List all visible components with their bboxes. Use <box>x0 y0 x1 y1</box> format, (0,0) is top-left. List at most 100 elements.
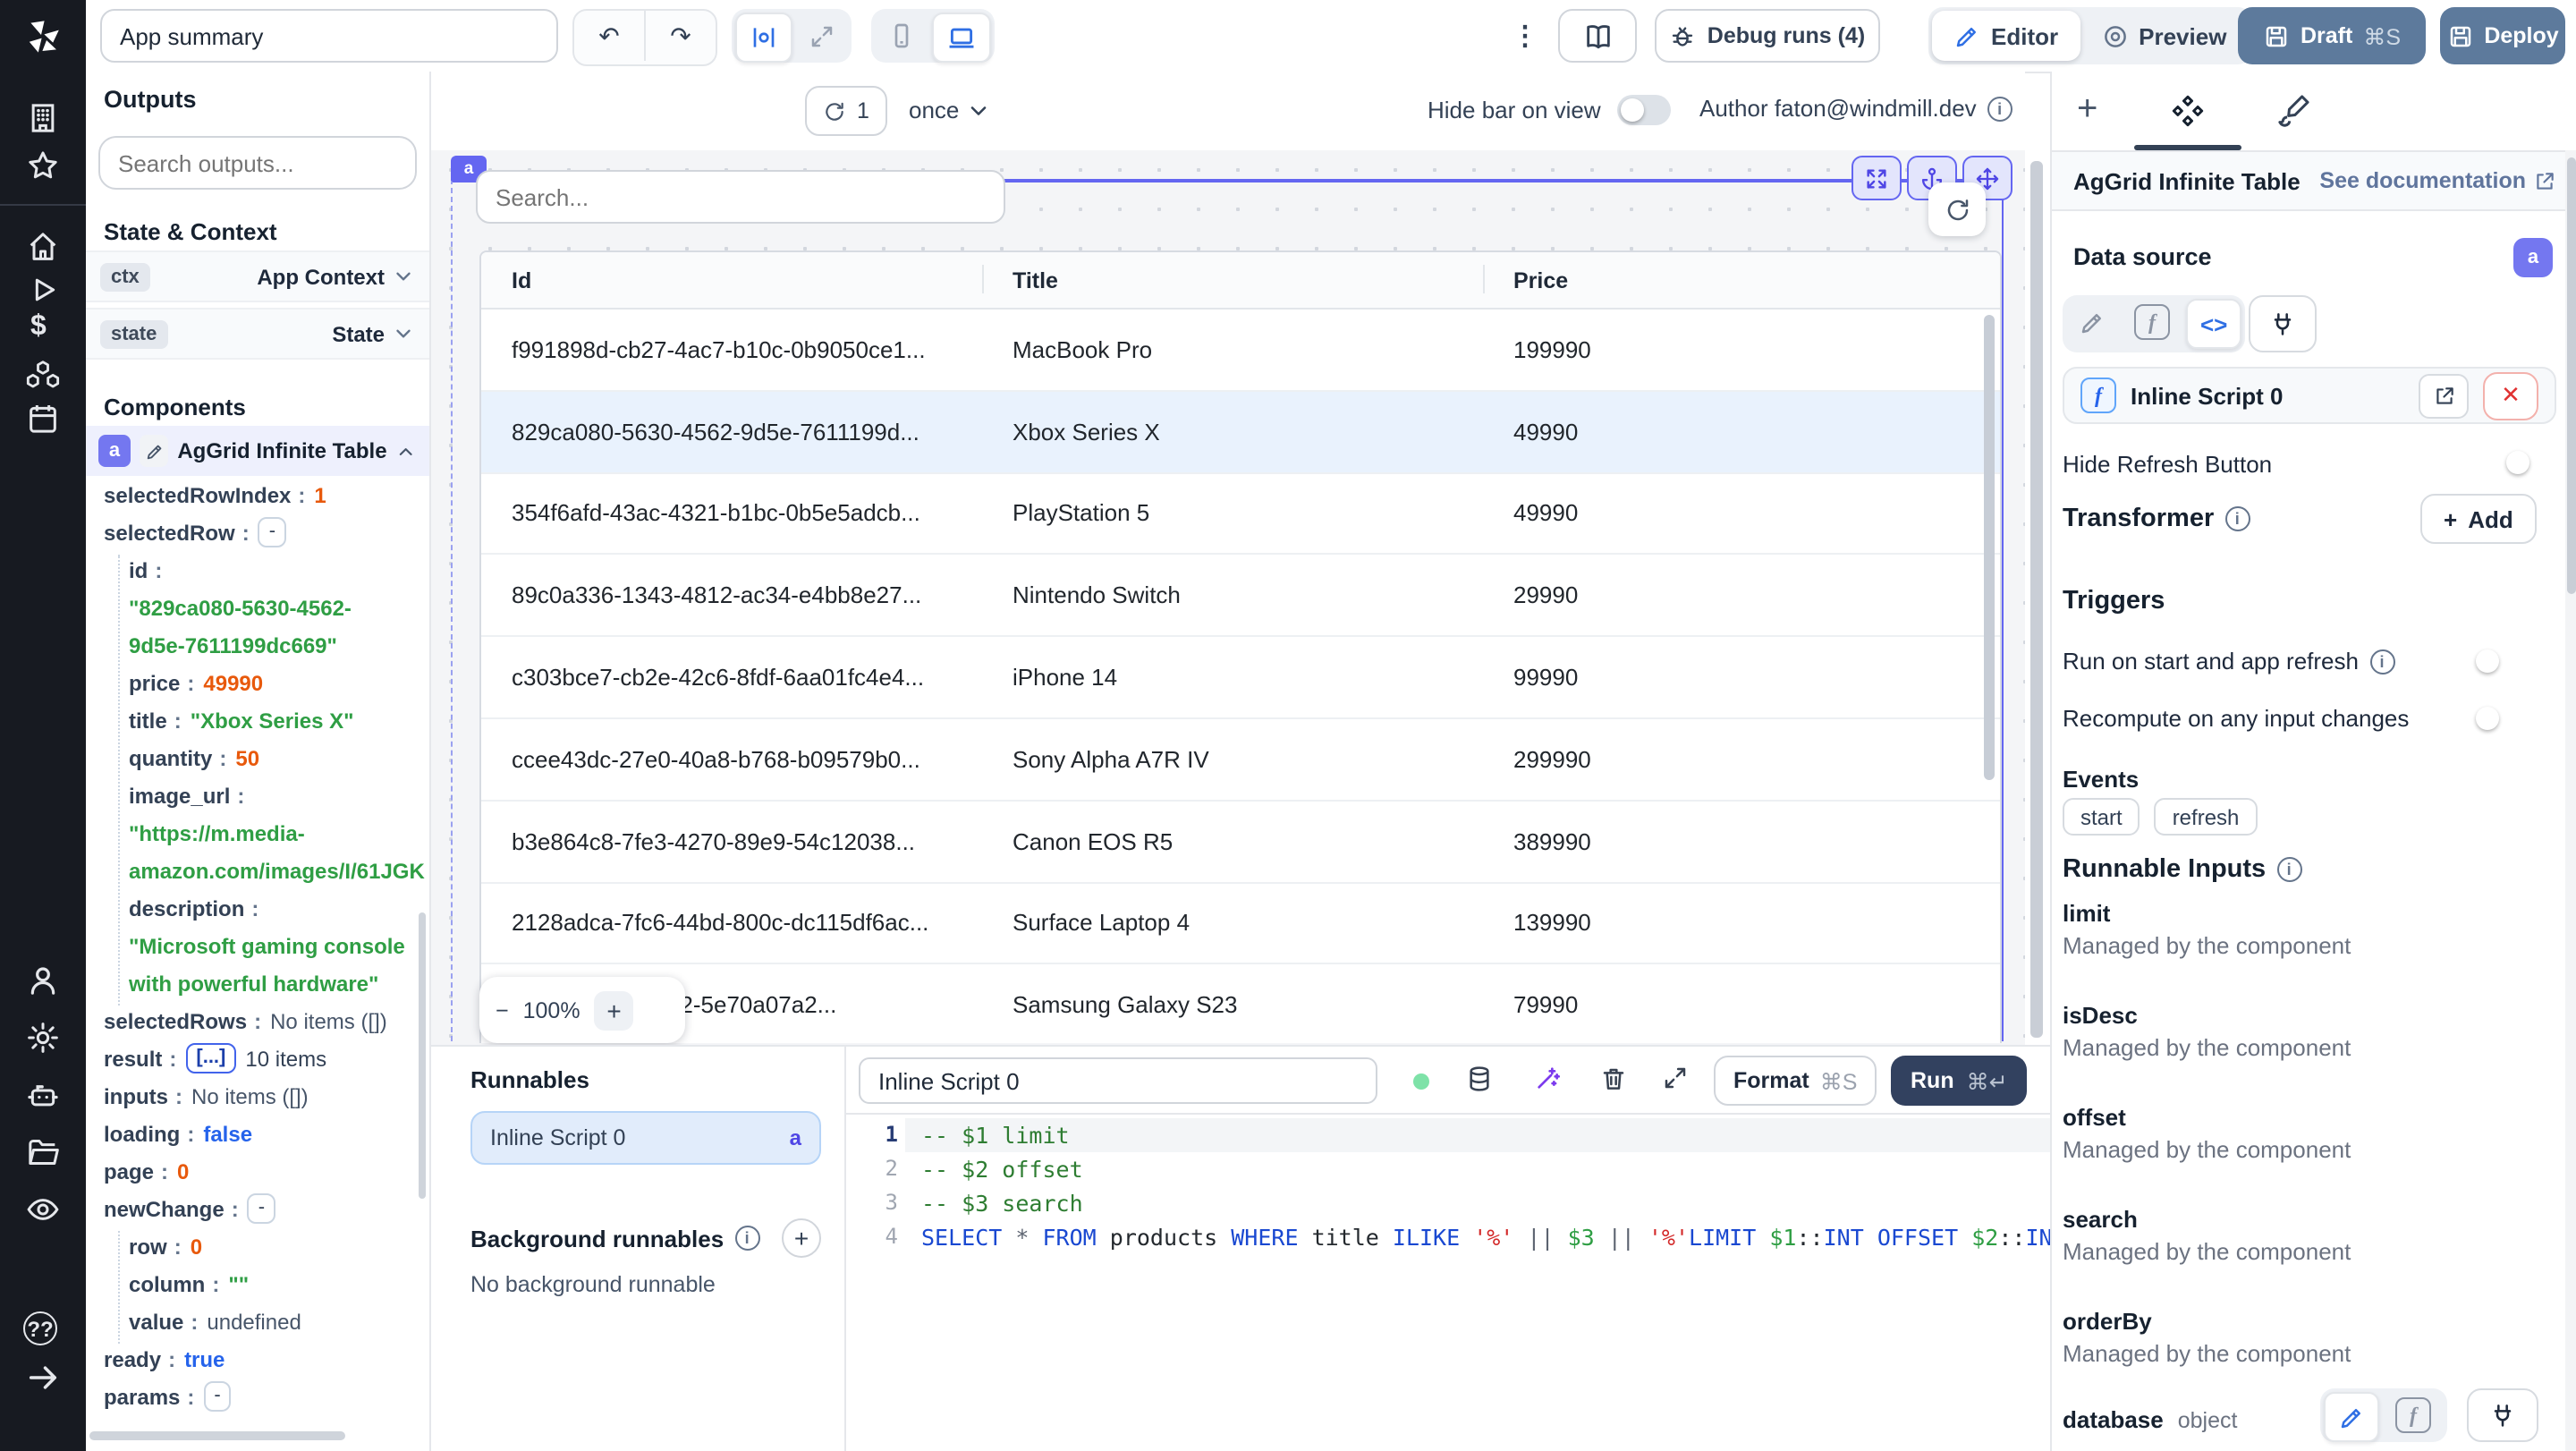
settings-icon[interactable] <box>25 1020 61 1056</box>
workers-icon[interactable] <box>25 1077 61 1113</box>
static-mode-button[interactable] <box>2066 299 2118 345</box>
expand-chip[interactable]: - <box>247 1193 276 1224</box>
detach-script-button[interactable]: ✕ <box>2483 371 2538 420</box>
more-menu-button[interactable]: ⋮ <box>1512 20 1540 52</box>
frequency-dropdown[interactable]: once <box>909 97 991 123</box>
expand-array-chip[interactable]: [...] <box>185 1043 237 1073</box>
expand-chip[interactable]: - <box>258 517 287 547</box>
favorites-icon[interactable] <box>25 148 61 184</box>
runnable-item-inline-script-0[interactable]: Inline Script 0 a <box>470 1111 821 1165</box>
rename-component-button[interactable] <box>139 435 169 467</box>
output-row[interactable]: result: [...] 10 items <box>93 1039 426 1077</box>
docs-button[interactable] <box>1558 9 1637 63</box>
template-mode-button[interactable]: f <box>2122 299 2182 345</box>
code-line-2[interactable]: -- $2 offset <box>921 1156 1083 1183</box>
state-row[interactable]: state State <box>86 308 429 360</box>
zoom-in-button[interactable]: + <box>594 990 634 1030</box>
help-icon[interactable]: ?? <box>23 1311 57 1345</box>
template-mode-button[interactable]: f <box>2383 1392 2444 1438</box>
table-row-selected[interactable]: 829ca080-5630-4562-9d5e-7611199d... Xbox … <box>481 391 2000 474</box>
script-name-input[interactable] <box>859 1057 1377 1104</box>
desktop-view-button[interactable] <box>932 13 991 63</box>
collapse-rail-icon[interactable] <box>25 1360 61 1396</box>
output-row[interactable]: inputs: No items ([]) <box>93 1077 426 1115</box>
output-row[interactable]: page:0 <box>93 1152 426 1190</box>
output-row[interactable]: price:49990 <box>93 664 426 701</box>
column-header-price[interactable]: Price <box>1483 267 1984 293</box>
database-connect-button[interactable] <box>2467 1388 2538 1442</box>
output-row[interactable]: quantity:50 <box>93 739 426 776</box>
static-mode-button[interactable] <box>2324 1392 2379 1442</box>
output-row[interactable]: selectedRows: No items ([]) <box>93 1002 426 1039</box>
collapse-component-button[interactable] <box>396 439 417 462</box>
output-row[interactable]: column: "" <box>93 1265 426 1303</box>
output-row[interactable]: value: undefined <box>93 1303 426 1340</box>
component-header-row[interactable]: a AgGrid Infinite Table <box>86 426 429 476</box>
output-row[interactable]: description: <box>93 889 426 927</box>
component-settings-tab[interactable] <box>2170 93 2206 129</box>
column-header-id[interactable]: Id <box>481 267 982 293</box>
tab-preview[interactable]: Preview <box>2080 11 2248 61</box>
expand-component-button[interactable] <box>1852 156 1902 200</box>
undo-button[interactable]: ↶ <box>574 11 644 61</box>
table-row[interactable]: 2128adca-7fc6-44bd-800c-dc115df6ac... Sur… <box>481 883 2000 965</box>
code-line-1[interactable]: -- $1 limit <box>921 1122 1070 1149</box>
output-row[interactable]: id: <box>93 551 426 589</box>
schedules-icon[interactable] <box>25 401 61 437</box>
output-row[interactable]: params: - <box>93 1378 426 1415</box>
fullwidth-button[interactable] <box>796 13 848 59</box>
hide-bar-toggle[interactable] <box>1616 95 1671 125</box>
resources-icon[interactable] <box>25 358 61 394</box>
table-row[interactable]: 89c0a336-1343-4812-ac34-e4bb8e27... Ninte… <box>481 556 2000 638</box>
variables-icon[interactable]: $ <box>30 311 47 344</box>
output-row[interactable]: ready: true <box>93 1340 426 1378</box>
ai-assist-button[interactable] <box>1533 1065 1562 1093</box>
info-icon[interactable]: i <box>2276 857 2302 882</box>
tab-editor[interactable]: Editor <box>1932 11 2080 61</box>
redo-button[interactable]: ↷ <box>644 11 716 61</box>
info-icon[interactable]: i <box>734 1226 760 1251</box>
output-row[interactable]: row:0 <box>93 1227 426 1265</box>
table-row[interactable]: ccee43dc-27e0-40a8-b768-b09579b0... Sony … <box>481 719 2000 802</box>
column-separator[interactable] <box>1483 265 1485 293</box>
home-icon[interactable] <box>25 229 61 265</box>
app-name-input[interactable] <box>100 9 558 63</box>
info-icon[interactable]: i <box>2224 506 2250 531</box>
runs-icon[interactable] <box>25 272 61 308</box>
output-row[interactable]: selectedRow: - <box>93 513 426 551</box>
info-icon[interactable]: i <box>2369 649 2394 674</box>
users-icon[interactable] <box>25 963 61 998</box>
deploy-button[interactable]: Deploy <box>2440 7 2565 64</box>
table-row[interactable]: f991898d-cb27-4ac7-b10c-0b9050ce1... MacB… <box>481 310 2000 392</box>
output-row[interactable]: title: "Xbox Series X" <box>93 701 426 739</box>
attached-script-row[interactable]: f Inline Script 0 ✕ <box>2063 367 2556 424</box>
search-outputs-input[interactable] <box>98 136 417 190</box>
code-line-4[interactable]: SELECT * FROM products WHERE title ILIKE… <box>921 1224 2080 1251</box>
mobile-view-button[interactable] <box>875 13 928 59</box>
column-header-title[interactable]: Title <box>982 267 1483 293</box>
outputs-vertical-scrollbar[interactable] <box>419 912 426 1199</box>
audit-logs-icon[interactable] <box>25 1192 61 1227</box>
code-line-3[interactable]: -- $3 search <box>921 1190 1083 1217</box>
database-button[interactable] <box>1465 1065 1494 1093</box>
table-row[interactable]: 354f6afd-43ac-4321-b1bc-0b5e5adcb... Play… <box>481 473 2000 556</box>
format-button[interactable]: Format ⌘S <box>1714 1056 1877 1106</box>
expand-editor-button[interactable] <box>1662 1065 1689 1091</box>
output-row[interactable]: loading: false <box>93 1115 426 1152</box>
table-row[interactable]: c303bce7-cb2e-42c6-8fdf-6aa01fc4e4... iPh… <box>481 637 2000 719</box>
debug-runs-button[interactable]: Debug runs (4) <box>1655 9 1880 63</box>
see-documentation-link[interactable]: See documentation <box>2319 168 2556 193</box>
add-background-runnable-button[interactable]: + <box>782 1218 821 1258</box>
refresh-app-button[interactable]: 1 <box>805 86 887 136</box>
table-vertical-scrollbar[interactable] <box>1984 315 1995 780</box>
open-script-button[interactable] <box>2419 373 2469 418</box>
column-separator[interactable] <box>982 265 984 293</box>
info-icon[interactable]: i <box>1987 96 2012 121</box>
run-button[interactable]: Run ⌘↵ <box>1891 1056 2028 1106</box>
styling-tab[interactable] <box>2277 93 2311 127</box>
component-refresh-button[interactable] <box>1928 182 1986 236</box>
panel-divider[interactable] <box>844 1047 846 1451</box>
delete-script-button[interactable] <box>1599 1065 1628 1093</box>
output-row[interactable]: image_url: <box>93 776 426 814</box>
connect-mode-button[interactable] <box>2249 295 2317 352</box>
